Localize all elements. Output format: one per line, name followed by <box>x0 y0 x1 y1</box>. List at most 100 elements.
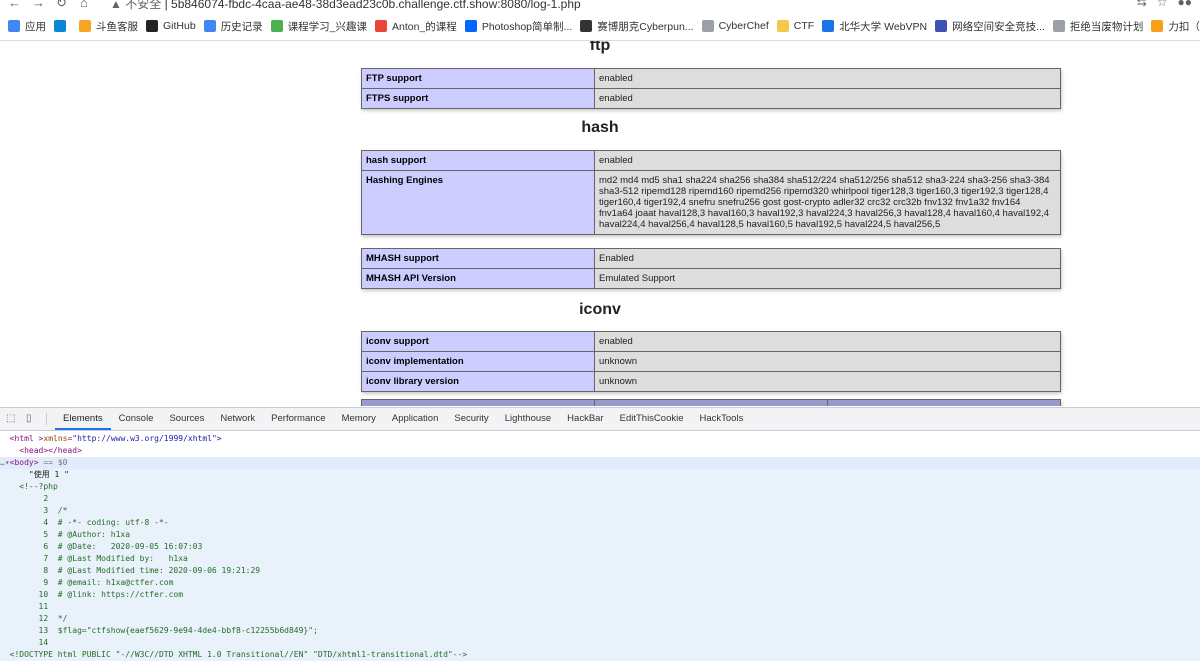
page-icon <box>1052 20 1065 32</box>
bookmark-item[interactable]: Photoshop简单制... <box>464 12 573 40</box>
bookmark-label: 历史记录 <box>220 20 263 33</box>
table-row: iconv library version unknown <box>361 371 1061 392</box>
forward-arrow-icon[interactable]: → <box>32 0 45 10</box>
dom-code-line[interactable]: 9 # @email: h1xa@ctfer.com <box>0 577 1200 589</box>
dom-doctype-line[interactable]: <!DOCTYPE html PUBLIC "-//W3C//DTD XHTML… <box>0 649 1200 661</box>
iconv-table: iconv support enabled iconv implementatio… <box>361 331 1061 392</box>
shield-icon <box>935 20 948 32</box>
dom-code-line[interactable]: 11 <box>0 601 1200 613</box>
url-field[interactable]: ▲ 不安全 | 5b846074-fbdc-4caa-ae48-38d3ead2… <box>110 0 581 12</box>
devtools-tab[interactable]: EditThisCookie <box>612 408 692 430</box>
devtools-tab[interactable]: Sources <box>161 408 212 430</box>
folder-icon <box>776 20 789 32</box>
bookmark-item[interactable]: 赛博朋克Cyberpun... <box>580 12 694 40</box>
bookmark-label: 应用 <box>25 20 46 33</box>
dom-code-line[interactable]: 10 # @link: https://ctfer.com <box>0 589 1200 601</box>
dom-body-node[interactable]: …▾<body> == $0 <box>0 457 1200 469</box>
history-icon <box>203 20 216 32</box>
dom-comment-node[interactable]: <!--?php <box>0 481 1200 493</box>
warning-icon: ▲ <box>110 0 126 11</box>
table-row: hash support enabled <box>361 150 1061 171</box>
row-name: iconv support <box>361 331 595 352</box>
bookmark-item[interactable]: 力扣（LeetCode <box>1151 12 1200 40</box>
bookmark-label: GitHub <box>163 20 196 32</box>
bookmark-item[interactable]: 历史记录 <box>203 12 263 40</box>
douyu-icon <box>79 20 91 32</box>
url-text: 5b846074-fbdc-4caa-ae48-38d3ead23c0b.cha… <box>171 0 581 11</box>
devtools-tab[interactable]: Memory <box>334 408 384 430</box>
bookmark-item[interactable]: CyberChef <box>701 12 769 40</box>
dom-code-line[interactable]: 3 /* <box>0 505 1200 517</box>
bookmark-item[interactable]: 应用 <box>8 12 46 40</box>
bookmark-label: Photoshop简单制... <box>481 20 573 33</box>
home-icon[interactable]: ⌂ <box>80 0 88 10</box>
dom-code-line[interactable]: 8 # @Last Modified time: 2020-09-06 19:2… <box>0 565 1200 577</box>
devtools-tab[interactable]: HackBar <box>559 408 611 430</box>
dom-code-line[interactable]: 12 */ <box>0 613 1200 625</box>
table-row: Hashing Engines md2 md4 md5 sha1 sha224 s… <box>361 170 1061 235</box>
apps-grid-icon <box>8 20 20 32</box>
inspect-element-icon[interactable]: ⬚ <box>6 413 20 425</box>
devtools-tab[interactable]: Network <box>212 408 263 430</box>
table-row: MHASH support Enabled <box>361 248 1061 269</box>
bookmark-item[interactable]: 拒绝当废物计划 <box>1052 12 1143 40</box>
bookmark-item[interactable]: GitHub <box>146 12 196 40</box>
bookmark-label: 斗鱼客服 <box>96 20 138 33</box>
bookmark-item[interactable]: 网络空间安全竞技... <box>935 12 1045 40</box>
reload-icon[interactable]: ↻ <box>56 0 67 11</box>
devtools-tab[interactable]: Security <box>446 408 496 430</box>
mhash-table: MHASH support Enabled MHASH API Version Em… <box>361 248 1061 289</box>
bookmark-label: CyberChef <box>718 20 769 32</box>
dom-code-line[interactable]: 2 <box>0 493 1200 505</box>
dom-code-line[interactable]: 13 $flag="ctfshow{eaef5629-9e94-4de4-bbf… <box>0 625 1200 637</box>
row-name: FTP support <box>361 68 595 89</box>
devtools-tab[interactable]: Lighthouse <box>497 408 559 430</box>
row-name: hash support <box>361 150 595 171</box>
star-icon[interactable]: ☆ <box>1157 0 1168 9</box>
table-row: iconv support enabled <box>361 331 1061 352</box>
table-row: FTPS support enabled <box>361 88 1061 109</box>
devtools-tab[interactable]: Performance <box>263 408 333 430</box>
dom-head-node[interactable]: <head></head> <box>0 445 1200 457</box>
extension-icon[interactable]: ●● <box>1178 0 1193 9</box>
back-arrow-icon[interactable]: ← <box>8 0 21 10</box>
row-value: Emulated Support <box>594 268 1061 289</box>
dom-text-node[interactable]: "使用 1 " <box>0 469 1200 481</box>
dom-html-node[interactable]: <html >xmlns="http://www.w3.org/1999/xht… <box>0 433 1200 445</box>
row-value: enabled <box>594 88 1061 109</box>
devtools-tab[interactable]: HackTools <box>692 408 752 430</box>
table-row: iconv implementation unknown <box>361 351 1061 372</box>
row-value: unknown <box>594 371 1061 392</box>
security-label: 不安全 <box>125 0 162 11</box>
flame-icon <box>375 20 388 32</box>
bookmark-item[interactable]: 斗鱼客服 <box>79 12 138 40</box>
bookmark-item[interactable]: CTF <box>776 12 815 40</box>
dom-code-line[interactable]: 4 # -*- coding: utf-8 -*- <box>0 517 1200 529</box>
bookmark-item[interactable] <box>54 12 71 40</box>
row-value: enabled <box>594 331 1061 352</box>
bookmark-label: Anton_的课程 <box>392 20 457 33</box>
bookmark-item[interactable]: Anton_的课程 <box>375 12 457 40</box>
bookmark-item[interactable]: 北华大学 WebVPN <box>822 12 927 40</box>
bookmark-item[interactable]: 课程学习_兴趣课 <box>270 12 367 40</box>
bookmark-label: 赛博朋克Cyberpun... <box>597 20 694 33</box>
dom-code-line[interactable]: 14 <box>0 637 1200 649</box>
bookmark-label: CTF <box>793 20 815 32</box>
row-name: MHASH API Version <box>361 268 595 289</box>
dom-code-line[interactable]: 7 # @Last Modified by: h1xa <box>0 553 1200 565</box>
table-row: MHASH API Version Emulated Support <box>361 268 1061 289</box>
dom-tree: <html >xmlns="http://www.w3.org/1999/xht… <box>0 431 1200 661</box>
dom-code-line[interactable]: 5 # @Author: h1xa <box>0 529 1200 541</box>
ftp-table: FTP support enabled FTPS support enabled <box>361 68 1061 109</box>
bing-icon <box>54 20 66 32</box>
row-name: FTPS support <box>361 88 595 109</box>
row-name: Hashing Engines <box>361 170 595 235</box>
dom-code-line[interactable]: 6 # @Date: 2020-09-05 16:07:03 <box>0 541 1200 553</box>
translate-icon[interactable]: ⇆ <box>1137 0 1147 9</box>
table-row: FTP support enabled <box>361 68 1061 89</box>
devtools-tab[interactable]: Elements <box>55 408 111 430</box>
section-title-hash: hash <box>581 119 619 136</box>
device-toolbar-icon[interactable]: ▯ <box>26 413 40 425</box>
devtools-tab[interactable]: Console <box>111 408 162 430</box>
devtools-tab[interactable]: Application <box>384 408 446 430</box>
